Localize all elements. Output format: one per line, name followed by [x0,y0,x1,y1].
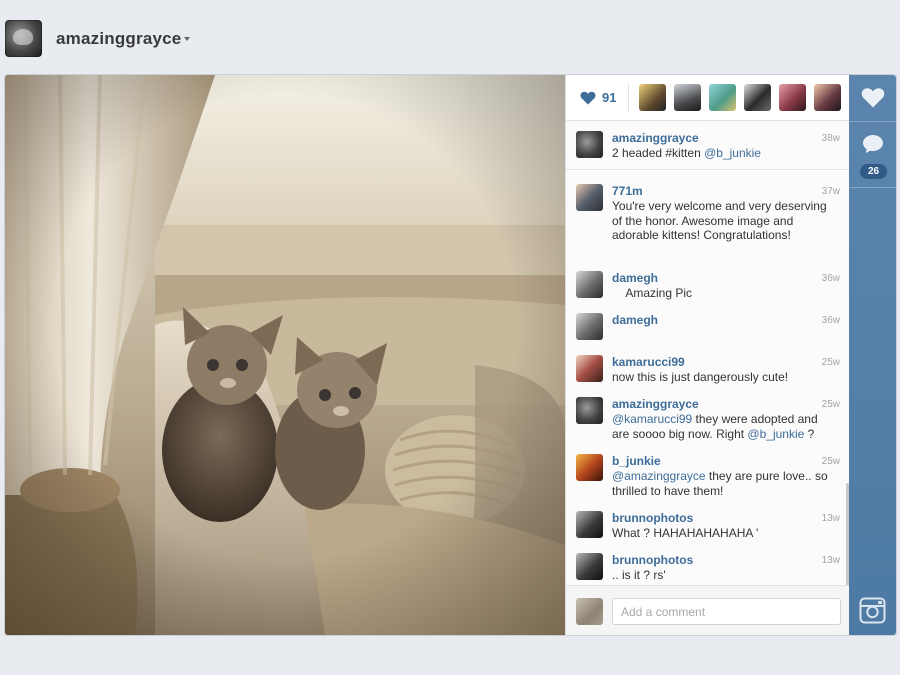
comment-username[interactable]: 771m [612,184,643,198]
profile-username[interactable]: amazinggrayce [56,29,181,49]
comment-bubble-icon[interactable] [862,134,884,154]
comment-text: 2 headed #kitten @b_junkie [612,146,838,161]
comment-text-segment: .. is it ? rs' [612,568,666,582]
liker-avatar[interactable] [639,84,666,111]
comment-text: What ? HAHAHAHAHAHA ' [612,526,838,541]
comment-avatar[interactable] [576,131,603,158]
profile-avatar[interactable] [5,20,42,57]
comment-text: now this is just dangerously cute! [612,370,838,385]
liker-avatar[interactable] [674,84,701,111]
liker-avatar[interactable] [744,84,771,111]
like-count[interactable]: 91 [602,90,616,105]
comment-text-segment: ? [804,426,815,441]
mention-link[interactable]: @b_junkie [747,427,804,441]
divider [849,187,896,188]
mention-link[interactable]: @kamarucci99 [612,412,692,426]
comment-timestamp: 36w [821,273,840,284]
add-comment-input[interactable] [612,598,841,625]
mention-link[interactable]: @b_junkie [704,146,761,160]
heart-icon[interactable] [861,87,885,108]
comment-username[interactable]: kamarucci99 [612,355,685,369]
kittens-photo-illustration [5,75,565,635]
divider [628,84,629,112]
add-comment-area [566,585,850,635]
comment-username[interactable]: amazinggrayce [612,397,699,411]
comment-avatar[interactable] [576,271,603,298]
heart-icon[interactable] [580,91,596,105]
divider [849,121,896,122]
comment-text: @kamarucci99 they were adopted and are s… [612,412,838,441]
comment-count-badge: 26 [860,164,887,179]
my-avatar [576,598,603,625]
comment-text-segment: What ? HAHAHAHAHAHA ' [612,526,759,540]
comment-timestamp: 36w [821,315,840,326]
comment-timestamp: 38w [821,133,840,144]
comment-username[interactable]: brunnophotos [612,553,693,567]
mention-link[interactable]: @amazinggrayce [612,469,706,483]
comment-timestamp: 25w [821,357,840,368]
comment-avatar[interactable] [576,397,603,424]
liker-avatar[interactable] [814,84,841,111]
chevron-down-icon[interactable] [184,37,190,41]
comment-text: Amazing Pic [612,286,838,301]
comment-avatar[interactable] [576,511,603,538]
instagram-camera-icon[interactable] [859,597,886,624]
post-card: 91 amazinggrayce 38w 2 headed #kitten @b_j… [5,75,896,635]
likes-bar: 91 [566,75,853,121]
comment-text-segment: You're very welcome and very deserving o… [612,199,830,242]
comment-timestamp: 25w [821,399,840,410]
comment-text-segment: Amazing Pic [612,286,693,300]
comment-text: @amazinggrayce they are pure love.. so t… [612,469,838,498]
comment-username[interactable]: b_junkie [612,454,661,468]
comment-avatar[interactable] [576,454,603,481]
comments-panel: 91 amazinggrayce 38w 2 headed #kitten @b_j… [565,75,853,635]
comment-timestamp: 13w [821,513,840,524]
comment-username[interactable]: damegh [612,313,658,327]
action-rail: 26 [849,75,896,635]
caption-divider [566,169,850,170]
comment-timestamp: 37w [821,186,840,197]
comment-timestamp: 13w [821,555,840,566]
liker-avatar[interactable] [779,84,806,111]
comment-text: You're very welcome and very deserving o… [612,199,838,243]
comment-avatar[interactable] [576,184,603,211]
comment-text-segment: 2 headed #kitten [612,146,705,160]
comment-username[interactable]: brunnophotos [612,511,693,525]
comment-avatar[interactable] [576,553,603,580]
comment-text: .. is it ? rs' [612,568,838,583]
liker-avatar[interactable] [709,84,736,111]
comment-avatar[interactable] [576,355,603,382]
comment-username[interactable]: amazinggrayce [612,131,699,145]
comments-list[interactable]: amazinggrayce 38w 2 headed #kitten @b_junk… [566,121,850,585]
comment-text-segment: now this is just dangerously cute! [612,370,789,384]
comment-username[interactable]: damegh [612,271,658,285]
comment-avatar[interactable] [576,313,603,340]
post-photo[interactable] [5,75,565,635]
profile-header: amazinggrayce [0,0,900,75]
comment-timestamp: 25w [821,456,840,467]
